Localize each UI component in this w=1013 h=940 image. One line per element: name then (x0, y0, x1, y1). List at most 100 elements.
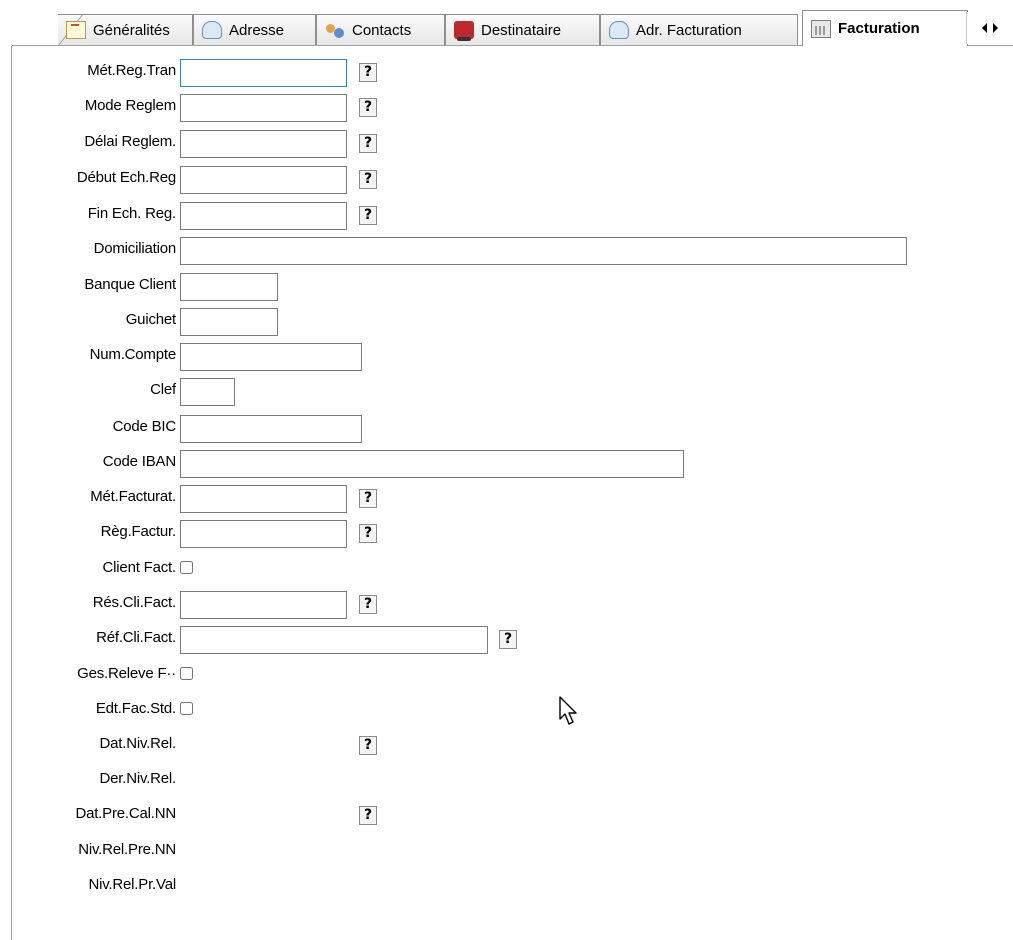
row-reg-factur: Règ.Factur. ? (12, 520, 1012, 548)
niv-rel-pre-nn-label: Niv.Rel.Pre.NN (78, 841, 176, 858)
code-bic-label: Code BIC (112, 418, 176, 435)
tab-destinataire[interactable]: Destinataire (445, 14, 600, 45)
domiciliation-label: Domiciliation (93, 240, 176, 257)
clef-label: Clef (150, 381, 176, 398)
tab-label: Adr. Facturation (636, 21, 742, 39)
met-reg-tran-help-button[interactable]: ? (359, 63, 377, 82)
row-code-bic: Code BIC (12, 415, 1012, 443)
edt-fac-std-label: Edt.Fac.Std. (95, 700, 176, 717)
row-num-compte: Num.Compte (12, 343, 1012, 371)
delai-reglem-label: Délai Reglem. (84, 133, 176, 150)
met-facturat-field[interactable] (180, 485, 347, 513)
document-icon (66, 21, 86, 39)
mode-reglem-field[interactable] (180, 94, 347, 122)
row-met-facturat: Mét.Facturat. ? (12, 485, 1012, 513)
facturation-panel: Mét.Reg.Tran ? Mode Reglem ? Délai Regle… (11, 46, 1013, 940)
tab-strip: Généralités Adresse Contacts Destinatair… (0, 0, 1013, 46)
dat-niv-rel-label: Dat.Niv.Rel. (99, 735, 176, 752)
row-fin-ech-reg: Fin Ech. Reg. ? (12, 202, 1012, 230)
row-dat-niv-rel: Dat.Niv.Rel. ? (12, 732, 1012, 758)
client-fact-checkbox[interactable] (180, 561, 193, 574)
clef-field[interactable] (180, 378, 235, 406)
row-client-fact: Client Fact. (12, 556, 1012, 582)
met-facturat-label: Mét.Facturat. (90, 488, 176, 505)
dat-pre-cal-nn-label: Dat.Pre.Cal.NN (75, 805, 176, 822)
tab-label: Généralités (93, 21, 170, 39)
domiciliation-field[interactable] (180, 237, 907, 265)
code-iban-field[interactable] (180, 450, 684, 478)
banque-client-field[interactable] (180, 273, 278, 301)
dat-pre-cal-nn-help-button[interactable]: ? (359, 806, 377, 825)
der-niv-rel-label: Der.Niv.Rel. (99, 770, 176, 787)
row-res-cli-fact: Rés.Cli.Fact. ? (12, 591, 1012, 619)
row-niv-rel-pre-nn: Niv.Rel.Pre.NN (12, 838, 1012, 864)
row-delai-reglem: Délai Reglem. ? (12, 130, 1012, 158)
row-banque-client: Banque Client (12, 273, 1012, 301)
mode-reglem-label: Mode Reglem (84, 97, 176, 114)
row-clef: Clef (12, 378, 1012, 406)
tab-adresse[interactable]: Adresse (193, 14, 316, 45)
envelope-icon (609, 21, 629, 39)
tab-adr-facturation[interactable]: Adr. Facturation (600, 14, 798, 45)
row-met-reg-tran: Mét.Reg.Tran ? (12, 59, 1012, 87)
dat-niv-rel-help-button[interactable]: ? (359, 736, 377, 755)
row-edt-fac-std: Edt.Fac.Std. (12, 697, 1012, 723)
row-debut-ech-reg: Début Ech.Reg ? (12, 166, 1012, 194)
banque-client-label: Banque Client (84, 276, 176, 293)
ref-cli-fact-label: Réf.Cli.Fact. (96, 629, 176, 646)
debut-ech-reg-label: Début Ech.Reg (76, 169, 176, 186)
debut-ech-reg-help-button[interactable]: ? (359, 170, 377, 189)
reg-factur-field[interactable] (180, 520, 347, 548)
tab-contacts[interactable]: Contacts (316, 14, 445, 45)
num-compte-label: Num.Compte (89, 346, 176, 363)
row-code-iban: Code IBAN (12, 450, 1012, 478)
row-guichet: Guichet (12, 308, 1012, 336)
met-reg-tran-field[interactable] (180, 59, 347, 87)
mode-reglem-help-button[interactable]: ? (359, 98, 377, 117)
debut-ech-reg-field[interactable] (180, 166, 347, 194)
delai-reglem-field[interactable] (180, 130, 347, 158)
ref-cli-fact-field[interactable] (180, 626, 488, 654)
row-ref-cli-fact: Réf.Cli.Fact. ? (12, 626, 1012, 654)
tab-label: Destinataire (481, 21, 562, 39)
fin-ech-reg-label: Fin Ech. Reg. (87, 205, 176, 222)
fin-ech-reg-help-button[interactable]: ? (359, 206, 377, 225)
ref-cli-fact-help-button[interactable]: ? (499, 630, 517, 649)
tab-scroll-buttons (966, 12, 1013, 44)
row-dat-pre-cal-nn: Dat.Pre.Cal.NN ? (12, 802, 1012, 828)
truck-icon (454, 21, 474, 41)
niv-rel-pr-val-label: Niv.Rel.Pr.Val (88, 876, 176, 893)
tab-generalites[interactable]: Généralités (58, 14, 193, 45)
tab-label: Contacts (352, 21, 412, 39)
row-niv-rel-pr-val: Niv.Rel.Pr.Val (12, 873, 1012, 899)
res-cli-fact-help-button[interactable]: ? (359, 595, 377, 614)
tab-label: Facturation (838, 20, 920, 37)
tab-facturation[interactable]: Facturation (802, 10, 968, 46)
fin-ech-reg-field[interactable] (180, 202, 347, 230)
scroll-right-icon[interactable] (993, 23, 998, 33)
guichet-field[interactable] (180, 308, 278, 336)
reg-factur-help-button[interactable]: ? (359, 524, 377, 543)
code-bic-field[interactable] (180, 415, 362, 443)
mouse-pointer-icon (559, 696, 577, 725)
met-reg-tran-label: Mét.Reg.Tran (87, 62, 176, 79)
met-facturat-help-button[interactable]: ? (359, 489, 377, 508)
guichet-label: Guichet (125, 311, 176, 328)
row-mode-reglem: Mode Reglem ? (12, 94, 1012, 122)
edt-fac-std-checkbox[interactable] (180, 702, 193, 715)
ges-releve-f-label: Ges.Releve F·· (77, 665, 176, 682)
scroll-left-icon[interactable] (982, 23, 987, 33)
client-fact-label: Client Fact. (102, 559, 176, 576)
reg-factur-label: Règ.Factur. (100, 523, 176, 540)
calculator-icon (811, 19, 831, 38)
res-cli-fact-label: Rés.Cli.Fact. (92, 594, 176, 611)
row-ges-releve-f: Ges.Releve F·· (12, 662, 1012, 688)
num-compte-field[interactable] (180, 343, 362, 371)
delai-reglem-help-button[interactable]: ? (359, 134, 377, 153)
res-cli-fact-field[interactable] (180, 591, 347, 619)
tab-label: Adresse (229, 21, 285, 39)
people-icon (325, 21, 345, 39)
row-domiciliation: Domiciliation (12, 237, 1012, 265)
ges-releve-f-checkbox[interactable] (180, 667, 193, 680)
code-iban-label: Code IBAN (102, 453, 176, 470)
